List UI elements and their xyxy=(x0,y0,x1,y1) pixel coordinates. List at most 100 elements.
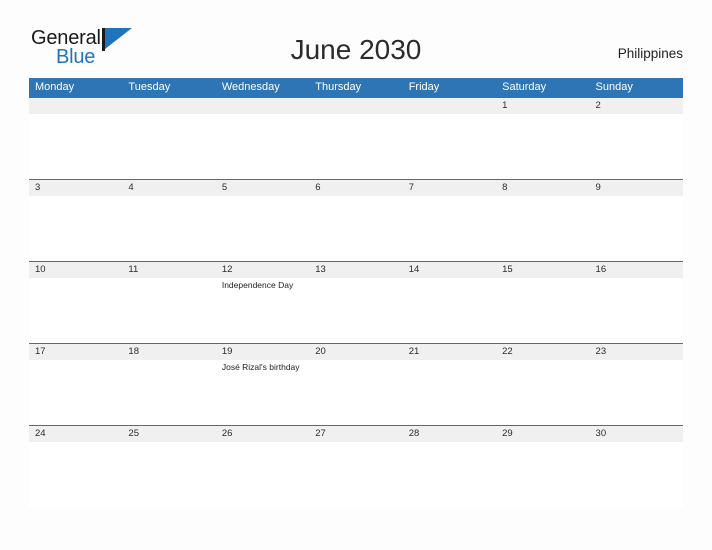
date-number[interactable] xyxy=(122,98,215,114)
date-number[interactable]: 11 xyxy=(122,262,215,278)
date-number[interactable]: 29 xyxy=(496,426,589,442)
day-cell[interactable] xyxy=(403,442,496,507)
calendar-week-row: 1 2 xyxy=(29,97,683,179)
date-number[interactable]: 9 xyxy=(590,180,683,196)
weekday-header-row: Monday Tuesday Wednesday Thursday Friday… xyxy=(29,78,683,97)
date-number[interactable]: 19 xyxy=(216,344,309,360)
day-cell[interactable] xyxy=(309,114,402,179)
page-title: June 2030 xyxy=(290,34,422,65)
day-cell[interactable] xyxy=(29,360,122,425)
week-date-band: 24 25 26 27 28 29 30 xyxy=(29,426,683,442)
week-event-band xyxy=(29,114,683,179)
day-cell[interactable] xyxy=(122,114,215,179)
weekday-header-thursday: Thursday xyxy=(315,81,362,93)
day-cell[interactable] xyxy=(216,442,309,507)
day-cell[interactable] xyxy=(590,196,683,261)
calendar-grid: Monday Tuesday Wednesday Thursday Friday… xyxy=(29,78,683,507)
date-number[interactable]: 21 xyxy=(403,344,496,360)
calendar-page: General Blue June 2030 Philippines Monda… xyxy=(0,0,712,550)
date-number[interactable]: 26 xyxy=(216,426,309,442)
date-number[interactable]: 16 xyxy=(590,262,683,278)
calendar-week-row: 17 18 19 20 21 22 23 José Rizal's birthd… xyxy=(29,343,683,425)
date-number[interactable]: 27 xyxy=(309,426,402,442)
date-number[interactable]: 15 xyxy=(496,262,589,278)
date-number[interactable]: 14 xyxy=(403,262,496,278)
week-date-band: 10 11 12 13 14 15 16 xyxy=(29,262,683,278)
date-number[interactable]: 25 xyxy=(122,426,215,442)
country-label: Philippines xyxy=(617,46,683,61)
date-number[interactable] xyxy=(216,98,309,114)
date-number[interactable]: 22 xyxy=(496,344,589,360)
day-cell[interactable] xyxy=(216,114,309,179)
date-number[interactable]: 10 xyxy=(29,262,122,278)
date-number[interactable]: 12 xyxy=(216,262,309,278)
week-event-band: Independence Day xyxy=(29,278,683,343)
calendar-week-row: 24 25 26 27 28 29 30 xyxy=(29,425,683,507)
day-cell[interactable] xyxy=(403,196,496,261)
event-label: José Rizal's birthday xyxy=(221,362,300,372)
day-cell[interactable] xyxy=(496,278,589,343)
day-cell[interactable] xyxy=(29,442,122,507)
day-cell[interactable] xyxy=(590,278,683,343)
weekday-header-friday: Friday xyxy=(408,81,440,93)
date-number[interactable]: 30 xyxy=(590,426,683,442)
week-event-band xyxy=(29,196,683,261)
date-number[interactable]: 13 xyxy=(309,262,402,278)
calendar-week-row: 10 11 12 13 14 15 16 Independence Day xyxy=(29,261,683,343)
weekday-header-wednesday: Wednesday xyxy=(221,81,280,93)
day-cell[interactable]: José Rizal's birthday xyxy=(216,360,309,425)
day-cell[interactable] xyxy=(309,278,402,343)
day-cell[interactable] xyxy=(403,114,496,179)
date-number[interactable] xyxy=(309,98,402,114)
week-event-band xyxy=(29,442,683,507)
day-cell[interactable] xyxy=(309,196,402,261)
day-cell[interactable] xyxy=(590,442,683,507)
day-cell[interactable] xyxy=(496,360,589,425)
weekday-header-saturday: Saturday xyxy=(502,81,547,93)
date-number[interactable]: 3 xyxy=(29,180,122,196)
day-cell[interactable] xyxy=(496,196,589,261)
date-number[interactable] xyxy=(29,98,122,114)
date-number[interactable]: 8 xyxy=(496,180,589,196)
date-number[interactable]: 17 xyxy=(29,344,122,360)
week-date-band: 1 2 xyxy=(29,98,683,114)
date-number[interactable]: 2 xyxy=(590,98,683,114)
day-cell[interactable] xyxy=(309,360,402,425)
calendar-week-row: 3 4 5 6 7 8 9 xyxy=(29,179,683,261)
date-number[interactable]: 23 xyxy=(590,344,683,360)
date-number[interactable]: 28 xyxy=(403,426,496,442)
date-number[interactable]: 1 xyxy=(496,98,589,114)
weekday-header-monday: Monday xyxy=(35,81,75,93)
day-cell[interactable] xyxy=(122,360,215,425)
date-number[interactable] xyxy=(403,98,496,114)
weekday-header-sunday: Sunday xyxy=(595,81,633,93)
week-date-band: 3 4 5 6 7 8 9 xyxy=(29,180,683,196)
week-date-band: 17 18 19 20 21 22 23 xyxy=(29,344,683,360)
date-number[interactable]: 4 xyxy=(122,180,215,196)
day-cell[interactable] xyxy=(590,360,683,425)
day-cell[interactable] xyxy=(496,442,589,507)
day-cell[interactable] xyxy=(496,114,589,179)
day-cell[interactable] xyxy=(216,196,309,261)
date-number[interactable]: 18 xyxy=(122,344,215,360)
day-cell[interactable] xyxy=(122,196,215,261)
day-cell[interactable] xyxy=(403,278,496,343)
week-event-band: José Rizal's birthday xyxy=(29,360,683,425)
event-label: Independence Day xyxy=(221,280,294,290)
date-number[interactable]: 5 xyxy=(216,180,309,196)
date-number[interactable]: 6 xyxy=(309,180,402,196)
page-header: General Blue June 2030 Philippines xyxy=(0,0,712,68)
day-cell[interactable] xyxy=(403,360,496,425)
day-cell[interactable]: Independence Day xyxy=(216,278,309,343)
date-number[interactable]: 7 xyxy=(403,180,496,196)
date-number[interactable]: 24 xyxy=(29,426,122,442)
weekday-header-tuesday: Tuesday xyxy=(128,81,171,93)
date-number[interactable]: 20 xyxy=(309,344,402,360)
day-cell[interactable] xyxy=(29,114,122,179)
day-cell[interactable] xyxy=(29,278,122,343)
day-cell[interactable] xyxy=(122,278,215,343)
day-cell[interactable] xyxy=(122,442,215,507)
day-cell[interactable] xyxy=(309,442,402,507)
day-cell[interactable] xyxy=(29,196,122,261)
day-cell[interactable] xyxy=(590,114,683,179)
